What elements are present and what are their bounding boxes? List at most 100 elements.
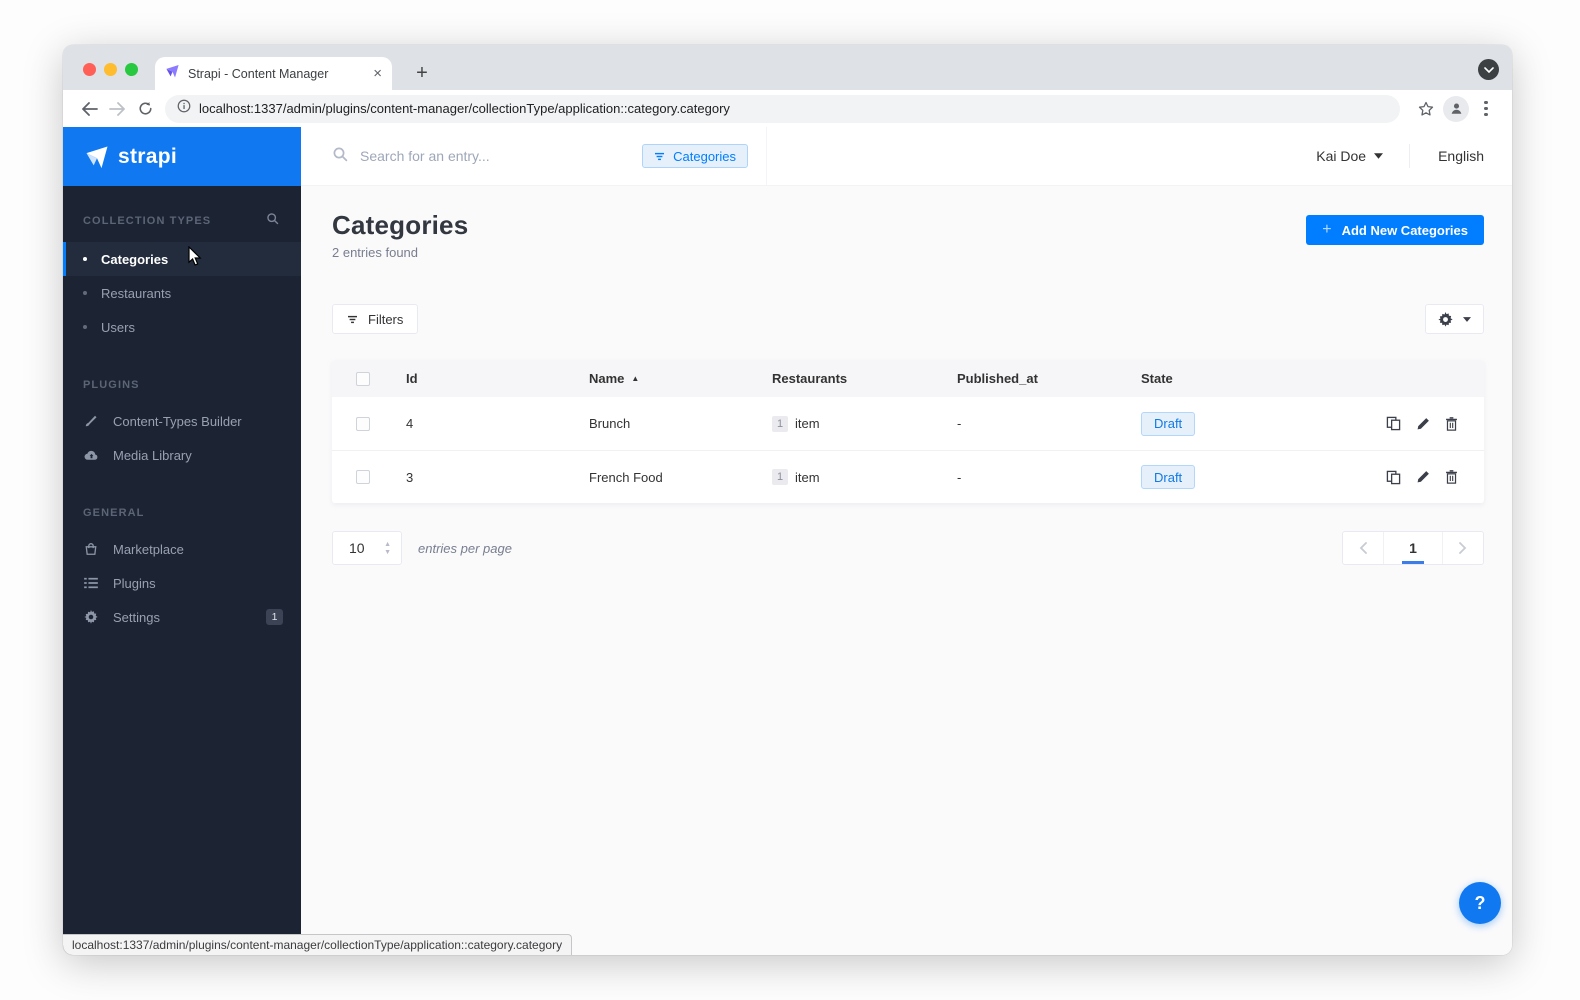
sidebar-item-users[interactable]: Users bbox=[63, 310, 301, 344]
bullet-icon bbox=[83, 325, 87, 329]
draft-badge: Draft bbox=[1141, 411, 1196, 436]
cell-id: 3 bbox=[406, 469, 414, 485]
filter-chip-label: Categories bbox=[673, 148, 736, 164]
header-restaurants[interactable]: Restaurants bbox=[772, 371, 957, 386]
topbar: Categories Kai Doe English bbox=[301, 127, 1512, 186]
store-icon bbox=[83, 542, 99, 556]
table-row[interactable]: 4 Brunch 1 item - Draft bbox=[332, 397, 1484, 450]
plugins-section-label: PLUGINS bbox=[83, 379, 140, 391]
main-area: Categories Kai Doe English Categories bbox=[301, 127, 1512, 955]
reload-icon[interactable] bbox=[131, 95, 159, 123]
gear-icon bbox=[83, 610, 99, 624]
strapi-logo[interactable]: strapi bbox=[63, 127, 301, 186]
delete-icon[interactable] bbox=[1445, 470, 1458, 484]
sidebar-item-marketplace[interactable]: Marketplace bbox=[63, 532, 301, 566]
back-icon[interactable] bbox=[75, 95, 103, 123]
filter-icon bbox=[655, 152, 665, 160]
filters-button-label: Filters bbox=[368, 311, 404, 327]
table-tools-row: Filters bbox=[332, 304, 1484, 334]
chevron-right-icon bbox=[1459, 542, 1467, 554]
sidebar-item-restaurants[interactable]: Restaurants bbox=[63, 276, 301, 310]
content: Categories 2 entries found + Add New Cat… bbox=[301, 186, 1512, 955]
sidebar-item-label: Content-Types Builder bbox=[113, 413, 242, 429]
sidebar-item-settings[interactable]: Settings 1 bbox=[63, 600, 301, 634]
language-selector[interactable]: English bbox=[1410, 148, 1484, 164]
filter-chip-categories[interactable]: Categories bbox=[642, 144, 748, 168]
collection-search-icon[interactable] bbox=[266, 212, 279, 230]
page-size-value: 10 bbox=[349, 540, 365, 556]
search-zone: Categories bbox=[301, 127, 767, 185]
url-bar[interactable]: localhost:1337/admin/plugins/content-man… bbox=[165, 94, 1400, 123]
select-all-checkbox[interactable] bbox=[356, 371, 370, 386]
page-title: Categories bbox=[332, 210, 469, 240]
header-published-at[interactable]: Published_at bbox=[957, 371, 1141, 386]
stepper-icon: ▲ ▼ bbox=[384, 540, 391, 556]
sidebar: strapi COLLECTION TYPES Categories Resta… bbox=[63, 127, 301, 955]
new-tab-button[interactable]: + bbox=[408, 59, 436, 87]
url-text[interactable]: localhost:1337/admin/plugins/content-man… bbox=[199, 101, 730, 116]
list-icon bbox=[83, 577, 99, 589]
header-state[interactable]: State bbox=[1141, 371, 1352, 386]
strapi-admin-viewport: strapi COLLECTION TYPES Categories Resta… bbox=[63, 127, 1512, 955]
cell-name: Brunch bbox=[589, 416, 631, 431]
duplicate-icon[interactable] bbox=[1386, 416, 1401, 431]
current-page[interactable]: 1 bbox=[1383, 532, 1443, 564]
table-settings-button[interactable] bbox=[1425, 304, 1484, 334]
duplicate-icon[interactable] bbox=[1386, 470, 1401, 485]
sidebar-item-categories[interactable]: Categories bbox=[63, 242, 301, 276]
minimize-window-button[interactable] bbox=[104, 63, 117, 76]
bookmark-star-icon[interactable] bbox=[1412, 95, 1440, 123]
next-page-button[interactable] bbox=[1443, 532, 1483, 564]
sidebar-item-label: Users bbox=[101, 319, 135, 335]
delete-icon[interactable] bbox=[1445, 416, 1458, 431]
edit-icon[interactable] bbox=[1416, 417, 1430, 431]
browser-tab[interactable]: Strapi - Content Manager × bbox=[155, 57, 392, 90]
user-name: Kai Doe bbox=[1316, 148, 1367, 164]
tab-close-icon[interactable]: × bbox=[373, 66, 382, 81]
browser-tabstrip: Strapi - Content Manager × + bbox=[63, 45, 1512, 90]
chevron-down-icon bbox=[1374, 153, 1384, 159]
user-menu[interactable]: Kai Doe bbox=[1316, 148, 1409, 164]
header-name[interactable]: Name ▲ bbox=[589, 371, 772, 386]
sidebar-item-label: Settings bbox=[113, 609, 160, 625]
cell-published-at: - bbox=[957, 416, 962, 431]
filters-button[interactable]: Filters bbox=[332, 304, 419, 334]
table-body: 4 Brunch 1 item - Draft 3 French Food 1 … bbox=[332, 397, 1484, 503]
sidebar-item-label: Restaurants bbox=[101, 285, 172, 301]
site-info-icon[interactable] bbox=[177, 99, 191, 118]
maximize-window-button[interactable] bbox=[125, 63, 138, 76]
sidebar-item-content-types-builder[interactable]: Content-Types Builder bbox=[63, 404, 301, 438]
cell-state: Draft bbox=[1141, 411, 1352, 436]
forward-icon[interactable] bbox=[103, 95, 131, 123]
table-header-row: Id Name ▲ Restaurants Published_at State bbox=[332, 360, 1484, 397]
cell-published-at: - bbox=[957, 469, 962, 485]
page-header: Categories 2 entries found + Add New Cat… bbox=[332, 210, 1484, 260]
collection-types-label: COLLECTION TYPES bbox=[83, 215, 212, 227]
profile-avatar-icon[interactable] bbox=[1442, 95, 1470, 123]
close-window-button[interactable] bbox=[83, 63, 96, 76]
cell-restaurants: 1 item bbox=[772, 469, 957, 485]
add-new-categories-button[interactable]: + Add New Categories bbox=[1306, 215, 1484, 245]
cell-state: Draft bbox=[1141, 465, 1352, 489]
header-id[interactable]: Id bbox=[406, 371, 589, 386]
prev-page-button[interactable] bbox=[1343, 532, 1383, 564]
page-size-select[interactable]: 10 ▲ ▼ bbox=[332, 531, 402, 565]
chevron-left-icon bbox=[1359, 542, 1367, 554]
count-badge: 1 bbox=[772, 469, 788, 485]
row-checkbox[interactable] bbox=[356, 470, 370, 484]
search-input[interactable] bbox=[360, 148, 631, 164]
strapi-logo-text: strapi bbox=[118, 144, 177, 168]
count-badge: 1 bbox=[772, 415, 788, 432]
browser-menu-icon[interactable] bbox=[1472, 95, 1500, 123]
help-button[interactable]: ? bbox=[1459, 882, 1501, 924]
table-row[interactable]: 3 French Food 1 item - Draft bbox=[332, 450, 1484, 503]
cell-id: 4 bbox=[406, 416, 414, 431]
status-bar-url: localhost:1337/admin/plugins/content-man… bbox=[63, 934, 573, 955]
tab-search-button[interactable] bbox=[1478, 59, 1499, 80]
edit-icon[interactable] bbox=[1416, 470, 1430, 484]
row-checkbox[interactable] bbox=[356, 416, 370, 431]
bullet-icon bbox=[83, 291, 87, 295]
browser-toolbar: localhost:1337/admin/plugins/content-man… bbox=[63, 90, 1512, 127]
sidebar-item-plugins[interactable]: Plugins bbox=[63, 566, 301, 600]
sidebar-item-media-library[interactable]: Media Library bbox=[63, 438, 301, 472]
